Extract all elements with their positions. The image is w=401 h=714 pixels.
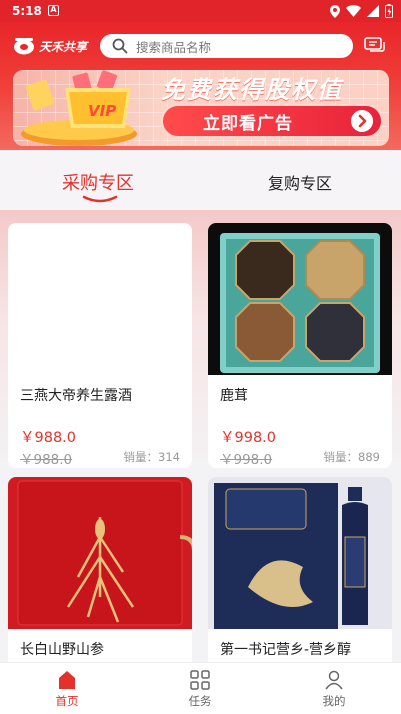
product-sales: 销量：889	[323, 450, 380, 464]
nav-tasks[interactable]: 任务	[160, 669, 240, 709]
banner-headline: 免费获得股权值	[161, 76, 343, 104]
watch-ad-label: 立即看广告	[203, 113, 293, 134]
product-sales: 销量：314	[123, 450, 180, 464]
home-icon	[59, 671, 75, 689]
ad-banner[interactable]: VIP 免费获得股权值 立即看广告	[13, 70, 389, 146]
product-card[interactable]: 鹿茸 ￥998.0 ￥998.0 销量：889	[208, 223, 392, 468]
active-tab-indicator	[82, 195, 118, 203]
chevron-right-icon	[351, 110, 373, 132]
logo-text: 天禾共享	[39, 39, 88, 54]
product-original-price: ￥988.0	[20, 452, 73, 468]
zone-tabs: 采购专区 复购专区	[0, 150, 401, 210]
nav-tasks-label: 任务	[188, 694, 212, 708]
tab-purchase-zone[interactable]: 采购专区	[62, 169, 134, 195]
status-bar: 5:18 A	[0, 0, 401, 22]
vip-label: VIP	[88, 102, 117, 120]
product-card[interactable]: 三燕大帝养生露酒 ￥988.0 ￥988.0 销量：314	[8, 223, 192, 468]
battery-icon	[385, 4, 393, 18]
app-logo[interactable]: 天禾共享	[13, 37, 87, 55]
product-card[interactable]: 长白山野山参	[8, 477, 192, 677]
product-name: 三燕大帝养生露酒	[20, 388, 132, 404]
wifi-icon	[346, 5, 361, 17]
product-image	[208, 477, 392, 629]
nav-profile[interactable]: 我的	[294, 669, 374, 709]
product-original-price: ￥998.0	[220, 452, 273, 468]
product-price: ￥988.0	[20, 430, 77, 446]
tab-repurchase-zone[interactable]: 复购专区	[268, 170, 332, 194]
nav-home[interactable]: 首页	[27, 669, 107, 709]
search-bar[interactable]: 搜索商品名称	[100, 34, 353, 58]
message-icon[interactable]	[364, 37, 386, 55]
status-icons	[330, 4, 393, 18]
location-icon	[330, 4, 340, 18]
product-image	[8, 477, 192, 629]
product-name: 长白山野山参	[20, 642, 104, 658]
signal-icon	[367, 5, 379, 17]
product-image	[8, 223, 192, 375]
grid-icon	[190, 670, 210, 690]
search-icon	[112, 38, 128, 54]
nav-profile-label: 我的	[322, 694, 346, 708]
header: 天禾共享 搜索商品名称 VIP 免费获得股权值 立即看广告	[0, 22, 401, 150]
nav-home-label: 首页	[55, 694, 79, 708]
logo-mark-icon	[14, 38, 34, 55]
watch-ad-button[interactable]: 立即看广告	[161, 104, 383, 138]
product-name: 鹿茸	[220, 388, 248, 404]
search-placeholder: 搜索商品名称	[136, 39, 212, 55]
product-name: 第一书记营乡-营乡醇	[220, 642, 352, 658]
product-card[interactable]: 第一书记营乡-营乡醇	[208, 477, 392, 677]
status-time: 5:18	[12, 4, 42, 18]
user-icon	[325, 670, 343, 690]
notification-a-icon: A	[48, 5, 59, 16]
bottom-nav: 首页 任务 我的	[0, 662, 401, 714]
product-image	[208, 223, 392, 375]
product-price: ￥998.0	[220, 430, 277, 446]
